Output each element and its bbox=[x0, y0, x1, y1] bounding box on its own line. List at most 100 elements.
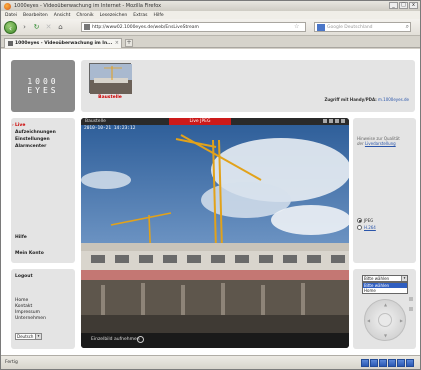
quality-hint-link[interactable]: Livedarstellung bbox=[365, 141, 396, 146]
quality-hint: Hinweise zur Qualität der Livedarstellun… bbox=[357, 136, 400, 146]
menu-chronik[interactable]: Chronik bbox=[76, 13, 93, 18]
minimize-button[interactable]: _ bbox=[389, 2, 398, 9]
zoom-out-icon[interactable] bbox=[409, 307, 413, 311]
addon-icon[interactable] bbox=[397, 359, 405, 367]
maximize-button[interactable]: □ bbox=[399, 2, 408, 9]
arrow-left-icon[interactable]: ◀ bbox=[367, 318, 370, 323]
nav-item-mein-konto[interactable]: Mein Konto bbox=[15, 251, 44, 256]
chevron-down-icon[interactable]: ▾ bbox=[401, 276, 407, 281]
player-controls bbox=[323, 119, 345, 123]
ptz-joystick[interactable]: ▲ ▼ ◀ ▶ bbox=[364, 299, 406, 341]
menu-bearbeiten[interactable]: Bearbeiten bbox=[23, 13, 48, 18]
zoom-in-icon[interactable] bbox=[409, 297, 413, 301]
window-controls: _ □ x bbox=[389, 2, 418, 9]
radio-unselected-icon[interactable] bbox=[357, 225, 362, 230]
preset-select-value[interactable]: Bitte wählen bbox=[364, 276, 389, 281]
snapshot-icon[interactable] bbox=[137, 336, 144, 343]
footer-link-kontakt[interactable]: Kontakt bbox=[15, 304, 32, 309]
navigation-toolbar: ‹ › ↻ ✕ ⌂ http://www02.1000eyes.de/web/E… bbox=[1, 19, 420, 36]
page-content: 1000 EYES Baustelle Zugriff mit Handy/PD… bbox=[1, 49, 420, 355]
close-button[interactable]: x bbox=[409, 2, 418, 9]
menu-hilfe[interactable]: Hilfe bbox=[153, 13, 163, 18]
arrow-right-icon[interactable]: ▶ bbox=[400, 318, 403, 323]
addon-icon[interactable] bbox=[370, 359, 378, 367]
stream-mode-badge: Live JPEG bbox=[169, 118, 231, 125]
close-stream-icon[interactable] bbox=[341, 119, 345, 123]
search-box[interactable]: Google Deutschland ⌕ bbox=[314, 22, 411, 32]
radio-selected-icon[interactable] bbox=[357, 218, 362, 223]
search-icon[interactable]: ⌕ bbox=[406, 23, 409, 31]
snapshot-label[interactable]: Einzelbild aufnehmen bbox=[91, 337, 140, 342]
mobile-access-label: Zugriff mit Handy/PDA: bbox=[324, 97, 377, 102]
preset-options-list: Bitte wählen Home bbox=[362, 282, 408, 294]
reload-icon[interactable]: ↻ bbox=[32, 23, 41, 32]
logout-link[interactable]: Logout bbox=[15, 274, 33, 279]
grid-icon[interactable] bbox=[329, 119, 333, 123]
ptz-control-panel: Bitte wählen ▾ Bitte wählen Home ▲ ▼ ◀ ▶ bbox=[353, 269, 416, 349]
format-jpeg-label[interactable]: JPEG bbox=[364, 218, 373, 223]
nav-item-live[interactable]: Live bbox=[15, 123, 25, 128]
language-select[interactable]: Deutsch ▾ bbox=[15, 333, 42, 340]
google-icon[interactable] bbox=[317, 23, 325, 31]
firefox-icon bbox=[4, 2, 11, 10]
video-header: Baustelle Live JPEG bbox=[81, 118, 349, 125]
url-text[interactable]: http://www02.1000eyes.de/web/EnsLiveStre… bbox=[92, 25, 199, 30]
menu-lesezeichen[interactable]: Lesezeichen bbox=[100, 13, 128, 18]
mobile-access-text: Zugriff mit Handy/PDA: m.1000eyes.de bbox=[324, 97, 409, 102]
footer-link-unternehmen[interactable]: Unternehmen bbox=[15, 316, 46, 321]
addon-icon[interactable] bbox=[406, 359, 414, 367]
format-h264-label[interactable]: H.264 bbox=[364, 225, 376, 230]
1000eyes-logo[interactable]: 1000 EYES bbox=[11, 60, 75, 112]
zoom-controls bbox=[409, 297, 413, 311]
nav-item-hilfe[interactable]: Hilfe bbox=[15, 235, 27, 240]
preset-select[interactable]: Bitte wählen ▾ bbox=[362, 275, 408, 282]
chevron-down-icon[interactable]: ▾ bbox=[35, 334, 41, 339]
tab-1000eyes[interactable]: 1000eyes - Videoüberwachung im In... × bbox=[4, 38, 122, 48]
status-tray bbox=[361, 359, 414, 367]
home-icon[interactable]: ⌂ bbox=[56, 23, 65, 32]
quality-hint-der: der bbox=[357, 141, 364, 146]
address-bar[interactable]: http://www02.1000eyes.de/web/EnsLiveStre… bbox=[81, 22, 306, 32]
menu-datei[interactable]: Datei bbox=[5, 13, 17, 18]
stream-quality-panel: Hinweise zur Qualität der Livedarstellun… bbox=[353, 118, 416, 263]
thumbnail-label[interactable]: Baustelle bbox=[89, 95, 131, 100]
video-timestamp: 2010-10-21 14:23:12 bbox=[84, 126, 136, 131]
status-text: Fertig bbox=[5, 360, 18, 365]
status-bar: Fertig bbox=[1, 355, 420, 369]
addon-icon[interactable] bbox=[361, 359, 369, 367]
back-button[interactable]: ‹ bbox=[4, 20, 17, 34]
layout-icon[interactable] bbox=[323, 119, 327, 123]
menu-ansicht[interactable]: Ansicht bbox=[54, 13, 71, 18]
nav-item-alarmcenter[interactable]: Alarmcenter bbox=[15, 144, 46, 149]
footer-link-home[interactable]: Home bbox=[15, 298, 28, 303]
format-jpeg-radio[interactable]: JPEG bbox=[357, 218, 373, 223]
logo-line-1: 1000 bbox=[27, 77, 59, 86]
addon-icon[interactable] bbox=[388, 359, 396, 367]
nav-item-aufzeichnungen[interactable]: Aufzeichnungen bbox=[15, 130, 56, 135]
live-video-frame[interactable] bbox=[81, 125, 349, 333]
format-h264-radio[interactable]: H.264 bbox=[357, 225, 376, 230]
footer-link-impressum[interactable]: Impressum bbox=[15, 310, 40, 315]
new-tab-button[interactable]: + bbox=[125, 39, 133, 47]
addon-icon[interactable] bbox=[379, 359, 387, 367]
camera-thumbnail[interactable] bbox=[89, 63, 132, 94]
mobile-access-link[interactable]: m.1000eyes.de bbox=[378, 97, 409, 102]
camera-selector-panel: Baustelle Zugriff mit Handy/PDA: m.1000e… bbox=[81, 60, 415, 112]
arrow-down-icon[interactable]: ▼ bbox=[384, 333, 387, 338]
stop-icon[interactable]: ✕ bbox=[44, 23, 53, 32]
footer-navigation: Logout Home Kontakt Impressum Unternehme… bbox=[11, 269, 75, 349]
nav-item-einstellungen[interactable]: Einstellungen bbox=[15, 137, 50, 142]
tab-close-icon[interactable]: × bbox=[115, 40, 119, 46]
site-favicon bbox=[84, 24, 90, 30]
language-value[interactable]: Deutsch bbox=[17, 334, 33, 339]
camera-name: Baustelle bbox=[85, 119, 106, 124]
arrow-up-icon[interactable]: ▲ bbox=[384, 302, 387, 307]
fullscreen-icon[interactable] bbox=[335, 119, 339, 123]
search-placeholder[interactable]: Google Deutschland bbox=[327, 25, 373, 30]
menu-extras[interactable]: Extras bbox=[133, 13, 147, 18]
forward-icon[interactable]: › bbox=[20, 23, 29, 32]
joystick-center[interactable] bbox=[378, 313, 392, 327]
tab-title[interactable]: 1000eyes - Videoüberwachung im In... bbox=[15, 41, 112, 46]
preset-option[interactable]: Home bbox=[363, 288, 407, 293]
bookmark-star-icon[interactable]: ☆ bbox=[294, 23, 299, 30]
